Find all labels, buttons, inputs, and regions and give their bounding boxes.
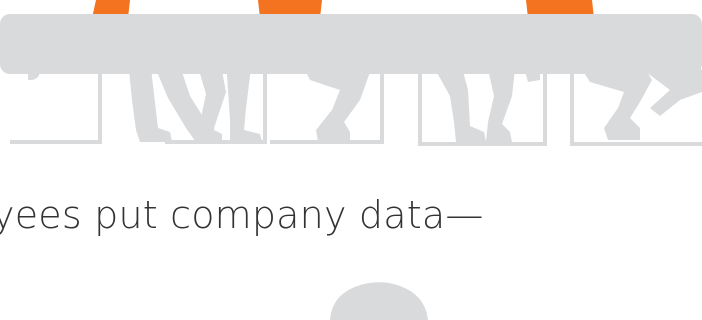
- page: yees put company data—: [0, 0, 702, 320]
- person-head-silhouette: [330, 282, 428, 320]
- headline-text: yees put company data—: [0, 193, 484, 237]
- chair-seat-left: [28, 30, 40, 80]
- meeting-silhouette-illustration: [0, 0, 702, 146]
